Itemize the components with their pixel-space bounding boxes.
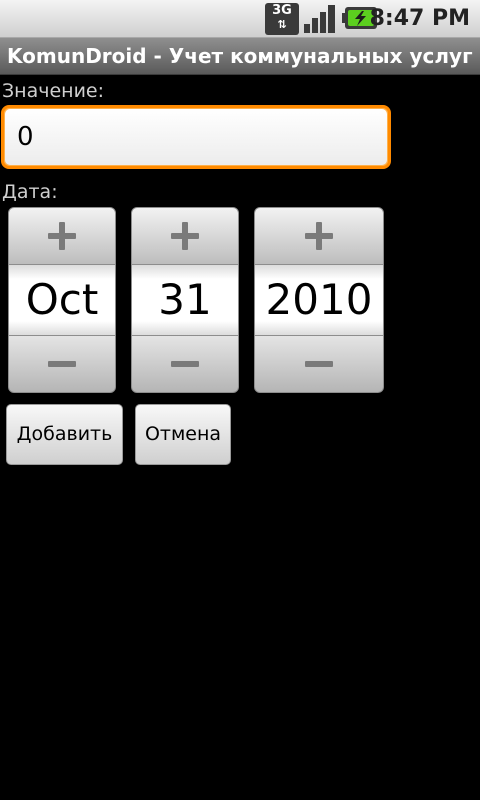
day-decrement-button[interactable] <box>131 335 239 393</box>
plus-icon <box>48 222 76 250</box>
app-title: KomunDroid - Учет коммунальных услуг <box>7 44 473 68</box>
app-title-bar: KomunDroid - Учет коммунальных услуг <box>0 38 480 75</box>
value-input[interactable] <box>5 109 387 165</box>
value-input-frame <box>1 105 391 169</box>
network-3g-icon: 3G ⇅ <box>265 3 299 35</box>
status-clock: 8:47 PM <box>369 6 470 31</box>
status-bar: 3G ⇅ 8:47 PM <box>0 0 480 38</box>
add-button[interactable]: Добавить <box>6 404 123 465</box>
data-activity-icon: ⇅ <box>277 18 287 31</box>
plus-icon <box>171 222 199 250</box>
day-picker: 31 <box>131 207 239 393</box>
month-value[interactable]: Oct <box>8 265 116 335</box>
month-decrement-button[interactable] <box>8 335 116 393</box>
month-picker: Oct <box>8 207 116 393</box>
minus-icon <box>305 361 333 367</box>
date-label: Дата: <box>2 181 58 203</box>
minus-icon <box>48 361 76 367</box>
minus-icon <box>171 361 199 367</box>
value-label: Значение: <box>2 80 105 102</box>
year-value[interactable]: 2010 <box>254 265 384 335</box>
month-increment-button[interactable] <box>8 207 116 265</box>
network-type-label: 3G <box>272 3 292 18</box>
signal-bars-icon <box>304 5 335 33</box>
year-increment-button[interactable] <box>254 207 384 265</box>
day-increment-button[interactable] <box>131 207 239 265</box>
screen: 3G ⇅ 8:47 PM KomunDroid - Учет коммуналь… <box>0 0 480 800</box>
year-picker: 2010 <box>254 207 384 393</box>
day-value[interactable]: 31 <box>131 265 239 335</box>
year-decrement-button[interactable] <box>254 335 384 393</box>
cancel-button[interactable]: Отмена <box>135 404 231 465</box>
plus-icon <box>305 222 333 250</box>
